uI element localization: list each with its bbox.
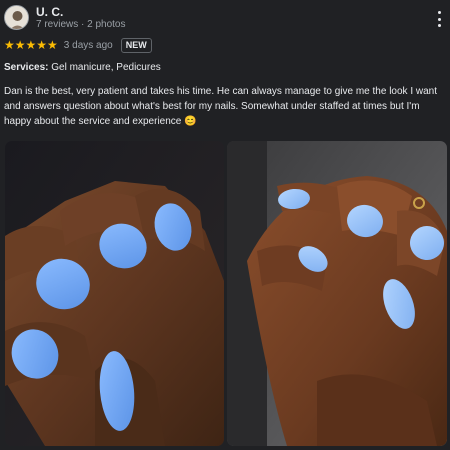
review-text: Dan is the best, very patient and takes … <box>4 86 438 127</box>
reviewer-name[interactable]: U. C. <box>36 5 63 19</box>
services-value: Gel manicure, Pedicures <box>51 62 161 73</box>
services-line: Services: Gel manicure, Pedicures <box>4 62 161 73</box>
star-rating: ★★★★★ <box>4 38 58 52</box>
more-vert-icon[interactable] <box>433 11 445 27</box>
review-date: 3 days ago <box>63 39 113 51</box>
rating-row: ★★★★★ 3 days ago NEW <box>4 37 152 53</box>
review-photos <box>5 141 447 450</box>
review-header: U. C. 7 reviews · 2 photos <box>0 0 450 36</box>
review-photo-1[interactable] <box>5 141 224 446</box>
reviewer-meta: 7 reviews · 2 photos <box>36 19 126 30</box>
avatar[interactable] <box>4 5 29 30</box>
services-label: Services: <box>4 62 49 73</box>
new-badge: NEW <box>120 37 152 53</box>
review-photo-2[interactable] <box>227 141 447 446</box>
